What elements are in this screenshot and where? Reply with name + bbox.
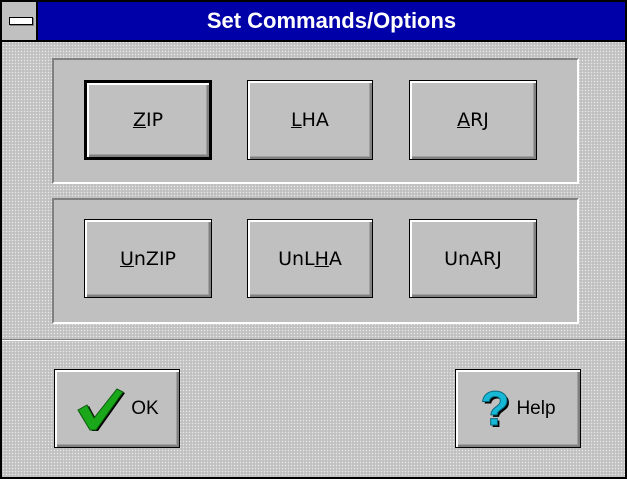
system-menu-button[interactable] [2, 2, 38, 40]
footer-separator [2, 339, 625, 341]
unarj-button-label: UnARJ [444, 247, 502, 270]
lha-button[interactable]: LHA [247, 80, 373, 160]
help-button-label: Help [516, 397, 556, 419]
unlha-button[interactable]: UnLHA [247, 219, 373, 298]
help-button[interactable]: ? ? Help [455, 369, 581, 448]
system-menu-icon [9, 17, 33, 25]
dialog-window: Set Commands/Options ZIP LHA ARJ UnZIP U… [0, 0, 627, 479]
arj-button[interactable]: ARJ [409, 80, 537, 160]
window-title: Set Commands/Options [206, 8, 457, 33]
question-mark-icon: ? ? [480, 384, 510, 434]
zip-button[interactable]: ZIP [84, 80, 212, 160]
unzip-button[interactable]: UnZIP [84, 219, 212, 298]
unlha-button-label: UnLHA [278, 247, 342, 270]
zip-button-label: ZIP [132, 109, 164, 131]
unzip-button-label: UnZIP [119, 247, 177, 270]
title-bar: Set Commands/Options [2, 2, 625, 42]
svg-text:?: ? [481, 384, 510, 434]
lha-button-label: LHA [291, 109, 329, 131]
checkmark-icon [77, 387, 126, 431]
ok-button[interactable]: OK [54, 369, 180, 448]
arj-button-label: ARJ [457, 109, 489, 131]
ok-button-label: OK [131, 397, 159, 419]
unarj-button[interactable]: UnARJ [409, 219, 537, 298]
